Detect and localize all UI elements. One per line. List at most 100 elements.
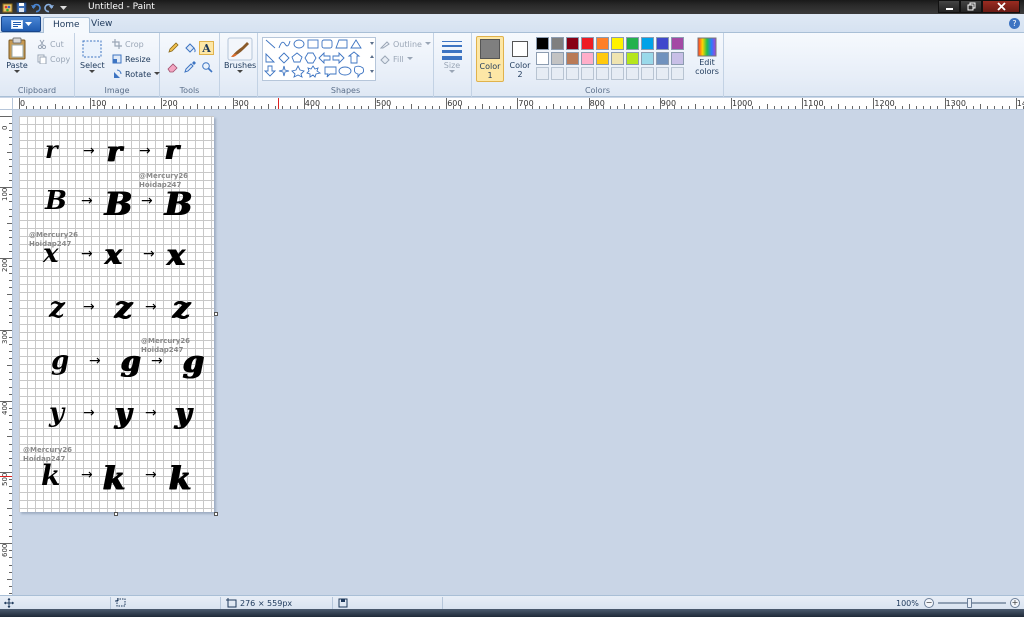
color1-button[interactable]: Color 1	[476, 36, 504, 82]
canvas-resize-handle-corner[interactable]	[214, 512, 218, 516]
ruler-tick	[595, 106, 597, 109]
palette-swatch[interactable]	[656, 52, 669, 65]
ruler-tick	[9, 229, 12, 231]
cut-button[interactable]: Cut	[37, 39, 64, 49]
selection-size	[115, 598, 126, 608]
ruler-tick	[524, 106, 526, 109]
clipboard-group: Paste Cut Copy Clipboard	[0, 33, 75, 97]
palette-swatch[interactable]	[656, 37, 669, 50]
fill-bucket-icon	[184, 43, 196, 53]
palette-swatch-empty[interactable]	[641, 67, 654, 80]
zoom-in-button[interactable]: +	[1010, 598, 1020, 608]
ruler-tick	[161, 98, 163, 109]
ruler-tick	[795, 106, 797, 109]
palette-swatch[interactable]	[566, 37, 579, 50]
palette-swatch[interactable]	[566, 52, 579, 65]
ruler-tick	[830, 106, 832, 109]
redo-icon[interactable]	[44, 2, 55, 13]
edit-colors-button[interactable]: Edit colors	[692, 36, 722, 82]
tab-view[interactable]: View	[82, 17, 121, 33]
help-icon[interactable]: ?	[1009, 18, 1020, 29]
palette-swatch-empty[interactable]	[626, 67, 639, 80]
palette-swatch[interactable]	[641, 37, 654, 50]
color1-swatch	[480, 39, 500, 59]
ruler-tick	[674, 106, 676, 109]
palette-swatch[interactable]	[596, 52, 609, 65]
color2-button[interactable]: Color 2	[507, 36, 533, 82]
palette-swatch[interactable]	[671, 37, 684, 50]
brushes-label: Brushes	[224, 61, 257, 70]
palette-swatch[interactable]	[551, 37, 564, 50]
palette-swatch[interactable]	[641, 52, 654, 65]
ruler-tick	[916, 106, 918, 109]
select-button[interactable]: Select	[80, 39, 105, 74]
ruler-tick	[844, 106, 846, 109]
size-button[interactable]: Size	[440, 39, 464, 74]
copy-button[interactable]: Copy	[37, 54, 70, 64]
drawing-canvas[interactable]: r r r → → B B B → → x x x → → z z z → → g g g → → y y y → → k k k → → @Merc…	[19, 116, 214, 512]
paint-app-icon[interactable]	[2, 2, 13, 13]
palette-swatch-empty[interactable]	[536, 67, 549, 80]
eraser-tool[interactable]	[165, 60, 180, 74]
close-button[interactable]	[982, 0, 1020, 13]
palette-swatch[interactable]	[581, 37, 594, 50]
palette-swatch-empty[interactable]	[671, 67, 684, 80]
ruler-tick	[467, 106, 469, 109]
palette-swatch[interactable]	[611, 37, 624, 50]
ruler-tick	[9, 201, 12, 203]
palette-swatch[interactable]	[551, 52, 564, 65]
palette-swatch[interactable]	[536, 52, 549, 65]
rotate-button[interactable]: Rotate	[112, 69, 161, 79]
palette-swatch-empty[interactable]	[566, 67, 579, 80]
brushes-button[interactable]: Brushes	[224, 37, 256, 74]
resize-button[interactable]: Resize	[112, 54, 151, 64]
canvas-resize-handle-bottom[interactable]	[114, 512, 118, 516]
palette-swatch[interactable]	[626, 52, 639, 65]
zoom-slider-thumb[interactable]	[967, 598, 972, 608]
palette-swatch[interactable]	[596, 37, 609, 50]
ruler-tick	[104, 106, 106, 109]
undo-icon[interactable]	[30, 2, 41, 13]
horizontal-ruler: 0 100 200 300 400 500 600 700 800 900 1000 1100 1200…	[13, 98, 1024, 110]
ruler-tick	[624, 104, 626, 109]
ruler-tick-label: 1200	[874, 99, 895, 108]
ruler-tick	[125, 104, 127, 109]
palette-swatch[interactable]	[536, 37, 549, 50]
ruler-tick	[688, 106, 690, 109]
outline-button[interactable]: Outline	[380, 39, 431, 49]
save-icon[interactable]	[16, 2, 27, 13]
fill-tool[interactable]	[182, 41, 197, 55]
palette-swatch-empty[interactable]	[656, 67, 669, 80]
palette-swatch[interactable]	[611, 52, 624, 65]
ruler-tick	[253, 106, 255, 109]
palette-swatch-empty[interactable]	[551, 67, 564, 80]
customize-dropdown-icon[interactable]	[58, 2, 69, 13]
palette-swatch-empty[interactable]	[581, 67, 594, 80]
palette-swatch[interactable]	[671, 52, 684, 65]
minimize-button[interactable]	[938, 0, 960, 13]
palette-swatch[interactable]	[581, 52, 594, 65]
palette-swatch[interactable]	[626, 37, 639, 50]
zoom-slider-track[interactable]	[938, 602, 1006, 604]
brushes-group: Brushes	[220, 33, 258, 97]
text-tool[interactable]: A	[199, 41, 214, 55]
minimize-icon	[945, 8, 953, 10]
color-picker-tool[interactable]	[182, 60, 197, 74]
zoom-out-button[interactable]: −	[924, 598, 934, 608]
paste-button[interactable]: Paste	[6, 37, 28, 74]
paint-menu-button[interactable]	[1, 16, 41, 32]
watermark-line1: @Mercury26	[139, 172, 189, 180]
magnifier-tool[interactable]	[199, 60, 214, 74]
drawn-arrow: →	[81, 467, 93, 483]
fill-button[interactable]: Fill	[380, 54, 413, 64]
ruler-tick	[175, 106, 177, 109]
canvas-resize-handle-right[interactable]	[214, 312, 218, 316]
palette-swatch-empty[interactable]	[611, 67, 624, 80]
pencil-tool[interactable]	[165, 41, 180, 55]
ruler-tick	[9, 464, 12, 466]
crop-button[interactable]: Crop	[112, 39, 144, 49]
ruler-tick	[33, 106, 35, 109]
ruler-tick-label: 500	[1, 472, 9, 486]
palette-swatch-empty[interactable]	[596, 67, 609, 80]
restore-button[interactable]	[960, 0, 982, 13]
